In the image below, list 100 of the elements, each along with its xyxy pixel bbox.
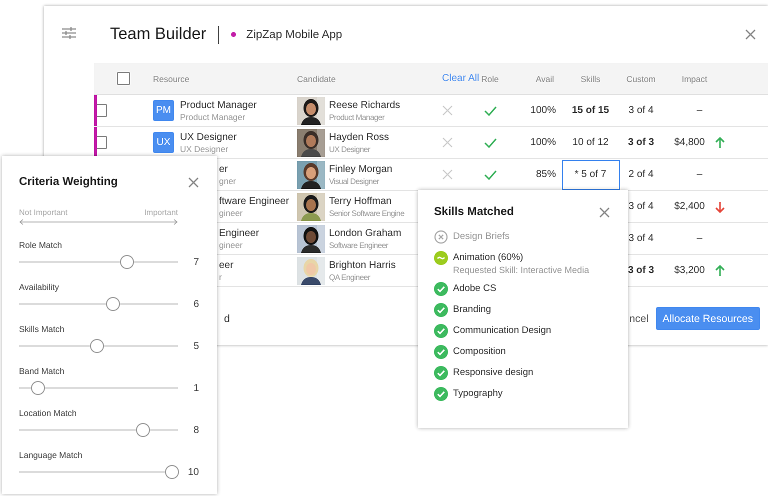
skill-name: Typography bbox=[453, 387, 503, 401]
skill-name: Communication Design bbox=[453, 324, 552, 338]
slider[interactable] bbox=[19, 381, 178, 395]
project-dot-icon bbox=[231, 32, 236, 37]
slider-thumb[interactable] bbox=[136, 423, 150, 437]
slider-value: 5 bbox=[192, 340, 199, 352]
remove-icon[interactable] bbox=[442, 137, 453, 148]
slider-label: Availability bbox=[19, 281, 60, 293]
column-header: Resource bbox=[153, 74, 190, 84]
candidate-name[interactable]: London Graham bbox=[329, 226, 402, 240]
slider[interactable] bbox=[19, 339, 178, 353]
slider[interactable] bbox=[19, 423, 178, 437]
slider-thumb[interactable] bbox=[90, 339, 104, 353]
resource-role: gineer bbox=[219, 208, 244, 218]
column-header: Role bbox=[481, 74, 499, 84]
column-header: Impact bbox=[682, 74, 708, 84]
slider-label: Language Match bbox=[19, 449, 84, 461]
resource-role: gner bbox=[219, 176, 236, 186]
slider-thumb[interactable] bbox=[164, 465, 179, 479]
table-cell: 3 of 4 bbox=[628, 201, 654, 212]
remove-icon[interactable] bbox=[442, 169, 453, 180]
resource-name: UX Designer bbox=[180, 130, 237, 144]
checkbox[interactable] bbox=[116, 72, 130, 85]
resource-role: Product Manager bbox=[180, 112, 246, 122]
candidate-name[interactable]: Hayden Ross bbox=[329, 130, 390, 144]
table-cell[interactable]: 15 of 15 bbox=[572, 105, 610, 116]
slider-label: Skills Match bbox=[19, 323, 66, 335]
candidate-name[interactable]: Reese Richards bbox=[329, 98, 400, 112]
double-arrow-icon bbox=[19, 219, 178, 225]
table-cell: 3 of 4 bbox=[628, 105, 654, 116]
table-cell[interactable]: 10 of 12 bbox=[572, 137, 609, 148]
popup-title: Skills Matched bbox=[434, 206, 514, 218]
slider-label: Location Match bbox=[19, 407, 78, 419]
table-cell: 100% bbox=[530, 137, 556, 148]
slider-label: Role Match bbox=[19, 239, 63, 251]
candidate-role: QA Engineer bbox=[329, 272, 372, 282]
slider-value: 7 bbox=[192, 256, 199, 268]
table-cell: $3,200 bbox=[674, 265, 705, 276]
close-icon[interactable] bbox=[745, 29, 756, 40]
column-header: Skills bbox=[580, 74, 600, 84]
window-title: Team Builder bbox=[110, 25, 206, 44]
slider-value: 1 bbox=[192, 382, 199, 394]
resource-name: Engineer bbox=[219, 226, 260, 240]
slider[interactable] bbox=[19, 297, 178, 311]
column-header: Candidate bbox=[297, 74, 336, 84]
slider[interactable] bbox=[19, 255, 178, 269]
close-icon[interactable] bbox=[188, 176, 199, 188]
table-cell: – bbox=[696, 105, 702, 116]
resource-role: r bbox=[219, 272, 223, 282]
skill-name: Responsive design bbox=[453, 366, 534, 380]
table-cell: $2,400 bbox=[674, 201, 705, 212]
column-header: Avail bbox=[536, 74, 554, 84]
table-cell: – bbox=[696, 169, 702, 180]
slider-value: 6 bbox=[192, 298, 199, 310]
resource-name: er bbox=[219, 162, 229, 176]
candidate-role: Senior Software Engine bbox=[329, 208, 404, 218]
table-cell: 100% bbox=[530, 105, 556, 116]
resource-name: eer bbox=[219, 258, 234, 272]
slider-value: 10 bbox=[186, 466, 199, 478]
skill-name: Composition bbox=[453, 345, 506, 359]
role-badge: UX bbox=[153, 132, 174, 153]
table-cell: 85% bbox=[536, 169, 556, 180]
settings-icon[interactable] bbox=[62, 27, 76, 39]
resource-name: ftware Engineer bbox=[219, 194, 290, 208]
column-header: Custom bbox=[626, 74, 656, 84]
slider-value: 8 bbox=[192, 424, 199, 436]
table-cell: 3 of 3 bbox=[628, 265, 654, 276]
remove-icon[interactable] bbox=[442, 105, 453, 116]
table-cell: 3 of 3 bbox=[628, 137, 654, 148]
candidate-name[interactable]: Finley Morgan bbox=[329, 162, 392, 176]
resource-role: gineer bbox=[219, 240, 244, 250]
table-cell[interactable]: * 5 of 7 bbox=[562, 160, 620, 190]
table-cell: $4,800 bbox=[674, 137, 705, 148]
resource-name: Product Manager bbox=[180, 98, 257, 112]
candidate-role: UX Designer bbox=[329, 144, 372, 154]
project-name: ZipZap Mobile App bbox=[246, 28, 342, 40]
slider-thumb[interactable] bbox=[31, 381, 46, 395]
cancel-link[interactable]: ncel bbox=[629, 312, 649, 324]
skill-note: Requested Skill: Interactive Media bbox=[453, 265, 590, 275]
candidate-role: Visual Designer bbox=[329, 176, 380, 186]
footer-text: d bbox=[224, 312, 230, 324]
candidate-role: Software Engineer bbox=[329, 240, 390, 250]
skill-name: Adobe CS bbox=[453, 282, 496, 296]
table-cell: – bbox=[696, 233, 702, 244]
slider-label: Band Match bbox=[19, 365, 66, 377]
scale-label: Important bbox=[144, 208, 178, 217]
close-icon[interactable] bbox=[599, 206, 610, 218]
role-badge: PM bbox=[153, 100, 174, 121]
slider[interactable] bbox=[19, 465, 178, 479]
slider-thumb[interactable] bbox=[106, 297, 120, 311]
scale-label: Not Important bbox=[19, 208, 68, 217]
slider-thumb[interactable] bbox=[120, 255, 134, 269]
candidate-role: Product Manager bbox=[329, 112, 386, 122]
table-cell: 3 of 4 bbox=[628, 233, 654, 244]
candidate-name[interactable]: Brighton Harris bbox=[329, 258, 396, 272]
resource-role: UX Designer bbox=[180, 144, 230, 154]
skill-name: Design Briefs bbox=[453, 230, 510, 244]
candidate-name[interactable]: Terry Hoffman bbox=[329, 194, 404, 208]
panel-title: Criteria Weighting bbox=[19, 176, 118, 188]
skill-name: Branding bbox=[453, 303, 492, 317]
